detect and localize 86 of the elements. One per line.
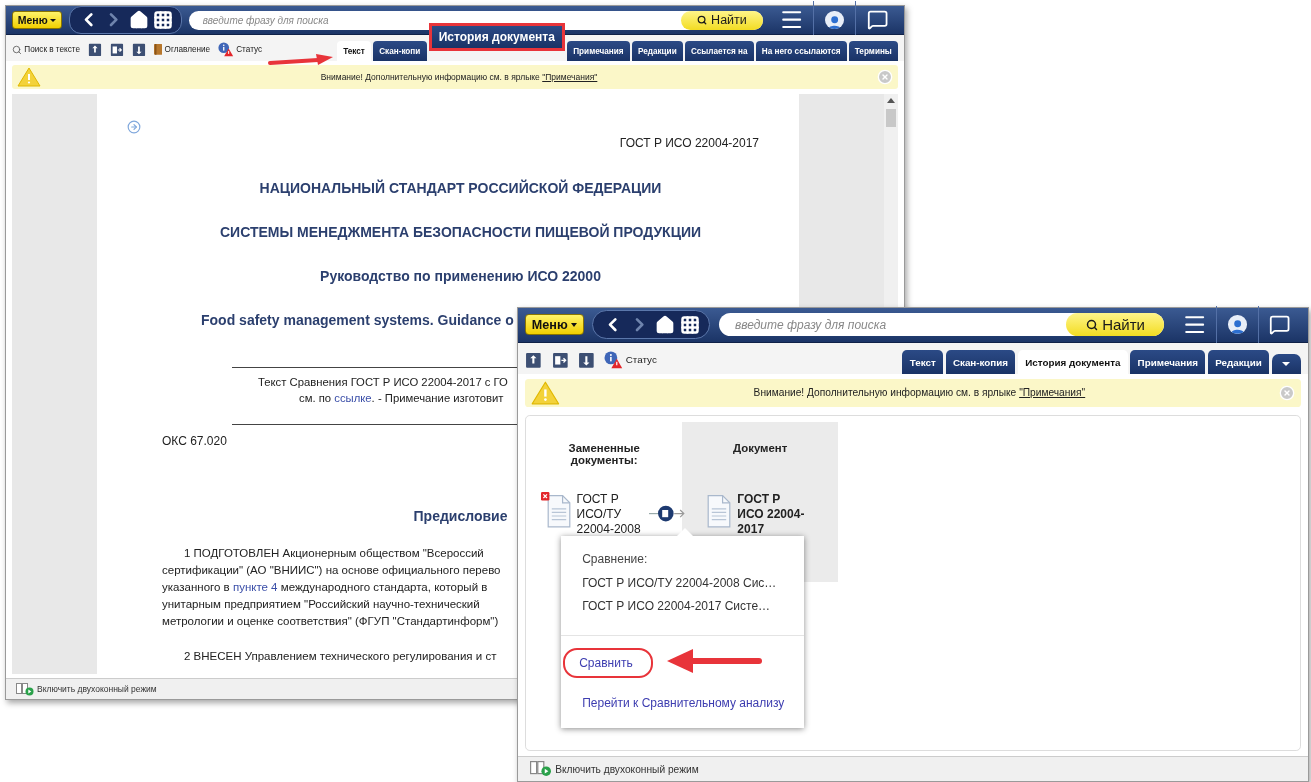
warning-icon [17,67,41,87]
tab[interactable]: Текст [337,41,371,61]
link[interactable]: ссылке [334,392,372,404]
scroll-up-icon[interactable] [887,98,895,103]
toolbar-icon-button[interactable] [577,351,595,369]
tab[interactable]: Примечания [567,41,630,61]
dual-window-icon [16,682,34,696]
popup-link[interactable]: Перейти к Сравнительному анализу [561,695,806,710]
tab[interactable]: Ссылается на [684,41,754,61]
document-text: см. по ссылке. - Примечание изготовит [299,392,504,404]
tab[interactable]: Скан-копи [373,41,427,61]
search-field[interactable]: введите фразу для поиска Найти [188,10,764,30]
callout[interactable]: История документа [428,23,566,52]
link[interactable]: пункте 4 [232,581,278,593]
search-icon [1085,318,1098,331]
document-text: 2 ВНЕСЕН Управлением технического регулирования и ст [184,649,497,664]
dual-window-toggle[interactable]: Включить двухоконный режим [37,684,157,694]
tab[interactable]: Редакции [1207,350,1270,374]
compare-connector-icon[interactable] [648,503,687,524]
arrow [268,54,333,65]
toolbar-icon-button[interactable] [88,42,102,57]
popup-link[interactable]: Сравнить [563,647,653,678]
tab[interactable]: Примечания [1130,350,1206,374]
document-text: унитарным предприятием "Российский научно-технический [162,597,480,612]
document-text: Food safety management systems. Guidance o [201,312,514,328]
document-text: ГОСТ Р ИСО 22004-2017 [619,136,759,150]
find-button[interactable]: Найти [681,10,764,30]
search-field[interactable]: введите фразу для поиска Найти [718,313,1165,337]
popup-item[interactable]: ГОСТ Р ИСО 22004-2017 Систе… [561,598,792,613]
more-tabs-button[interactable] [1271,353,1301,374]
notes-link[interactable]: "Примечания" [542,72,598,82]
toolbar-button[interactable]: Статус [604,351,657,369]
download-icon [577,351,595,369]
document-text: сертификации" (АО "ВНИИС") на основе официального перево [162,563,501,578]
book-icon [153,44,163,55]
column-header: Замененные документы: [567,441,641,469]
tab[interactable]: Скан-копия [945,350,1016,374]
document-title[interactable]: ГОСТ Р ИСО 22004-2017 [737,491,805,537]
notes-link[interactable]: "Примечания" [1019,387,1086,399]
menu-button[interactable]: Меню [525,314,584,336]
document-text: указанного в пункте 4 международного стандарта, который в [162,580,488,595]
info-warning-icon [218,42,234,57]
search-icon [697,15,708,25]
scrollbar-thumb[interactable] [886,109,896,127]
document-text: 1 ПОДГОТОВЛЕН Акционерным обществом "Всероссий [184,546,484,561]
upload-icon [525,351,542,369]
toolbar-button[interactable]: Статус [218,42,263,57]
toolbar-icon-button[interactable] [525,351,542,369]
grid-icon[interactable] [679,314,700,335]
tab[interactable]: История документа [1017,350,1128,374]
home-icon[interactable] [128,10,149,30]
document-title[interactable]: ГОСТ Р ИСО/ТУ 22004-2008 [576,491,644,537]
home-icon[interactable] [654,314,675,335]
toolbar-icon-button[interactable] [131,42,146,57]
document-text: метрологии и оценке соответствия" (ФГУП "Стандартинформ") [162,614,499,629]
download-icon [131,42,146,57]
toolbar-button[interactable]: Оглавление [153,44,211,55]
tab[interactable]: Редакции [631,41,683,61]
notice-text: Внимание! Дополнительную информацию см. в ярлыке "Примечания" [752,387,1087,399]
document-text: СИСТЕМЫ МЕНЕДЖМЕНТА БЕЗОПАСНОСТИ ПИЩЕВОЙ ПРОДУКЦИИ [220,224,701,240]
document-text: Текст Сравнения ГОСТ Р ИСО 22004-2017 с ГО [258,376,508,388]
toolbar-button[interactable]: Поиск в тексте [12,44,81,55]
tab[interactable]: На него ссылаются [755,41,847,61]
dual-window-icon [530,761,552,777]
document-text: НАЦИОНАЛЬНЫЙ СТАНДАРТ РОССИЙСКОЙ ФЕДЕРАЦИИ [259,180,662,196]
dual-window-toggle[interactable]: Включить двухоконный режим [555,763,699,775]
popup-item[interactable]: ГОСТ Р ИСО/ТУ 22004-2008 Сис… [561,575,798,590]
upload-icon [88,42,102,57]
grid-icon[interactable] [152,10,173,30]
menu-button[interactable]: Меню [12,10,62,30]
tab[interactable]: Текст [902,350,944,374]
document-text: ОКС 67.020 [162,434,227,448]
split-view-icon [110,42,124,57]
notice-text: Внимание! Дополнительную информацию см. в ярлыке "Примечания" [319,72,599,82]
info-warning-icon [604,351,623,369]
column-header: Документ [682,421,839,478]
document-text: Предисловие [413,508,508,524]
find-button[interactable]: Найти [1066,313,1165,337]
popup-title: Сравнение: [581,551,649,566]
search-icon [12,44,22,55]
toolbar-icon-button[interactable] [551,351,569,369]
warning-icon [531,380,560,405]
toolbar-icon-button[interactable] [110,42,124,57]
split-view-icon [551,351,569,369]
document-text: Руководство по применению ИСО 22000 [320,268,601,284]
tab[interactable]: Термины [848,41,898,61]
